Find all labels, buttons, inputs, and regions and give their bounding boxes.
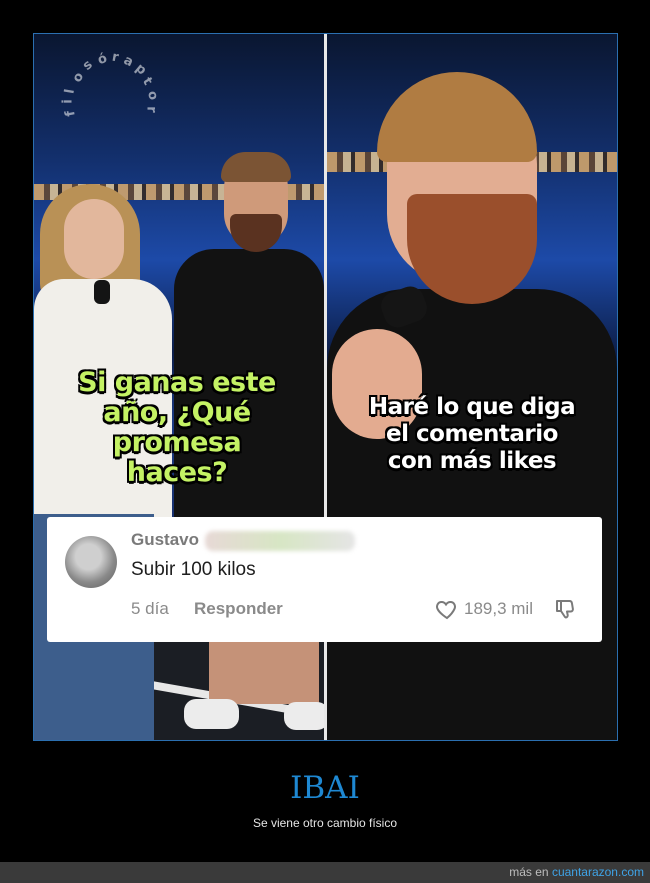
caption-line: haces? bbox=[126, 457, 228, 488]
caption-line: Haré lo que diga bbox=[368, 394, 576, 420]
post-subtitle: Se viene otro cambio físico bbox=[252, 816, 398, 830]
footer-site-link[interactable]: cuantarazon.com bbox=[552, 865, 644, 879]
reply-button[interactable]: Responder bbox=[194, 599, 283, 619]
caption-line: Si ganas este bbox=[78, 367, 276, 398]
footer-prefix: más en bbox=[509, 865, 549, 879]
watermark-logo: ó r a p t o r s o l i f bbox=[60, 49, 161, 118]
microphone bbox=[94, 280, 110, 304]
man-hair bbox=[221, 152, 291, 182]
shoe bbox=[284, 702, 324, 730]
shoe bbox=[184, 699, 239, 729]
comment-username[interactable]: Gustavo bbox=[131, 530, 199, 550]
avatar[interactable] bbox=[65, 536, 117, 588]
comment-card: Gustavo Subir 100 kilos 5 día Responder … bbox=[47, 517, 602, 642]
comment-time: 5 día bbox=[131, 599, 169, 618]
caption-line: promesa bbox=[112, 427, 242, 458]
image-frame: ó r a p t o r s o l i f Si ganas este añ… bbox=[33, 33, 618, 741]
question-caption: Si ganas este año, ¿Qué promesa haces? bbox=[52, 368, 302, 488]
caption-line: el comentario bbox=[386, 421, 558, 447]
heart-icon[interactable] bbox=[435, 597, 459, 621]
like-count: 189,3 mil bbox=[464, 599, 533, 618]
username-redaction bbox=[205, 531, 355, 551]
comment-text: Subir 100 kilos bbox=[131, 559, 256, 580]
caption-line: con más likes bbox=[387, 448, 557, 474]
footer-bar: más en cuantarazon.com bbox=[0, 862, 650, 883]
woman-face bbox=[64, 199, 124, 279]
post-title[interactable]: IBAI bbox=[0, 770, 650, 806]
caption-line: año, ¿Qué bbox=[103, 397, 251, 428]
answer-caption: Haré lo que diga el comentario con más l… bbox=[327, 394, 617, 475]
dislike-icon[interactable] bbox=[553, 597, 577, 621]
